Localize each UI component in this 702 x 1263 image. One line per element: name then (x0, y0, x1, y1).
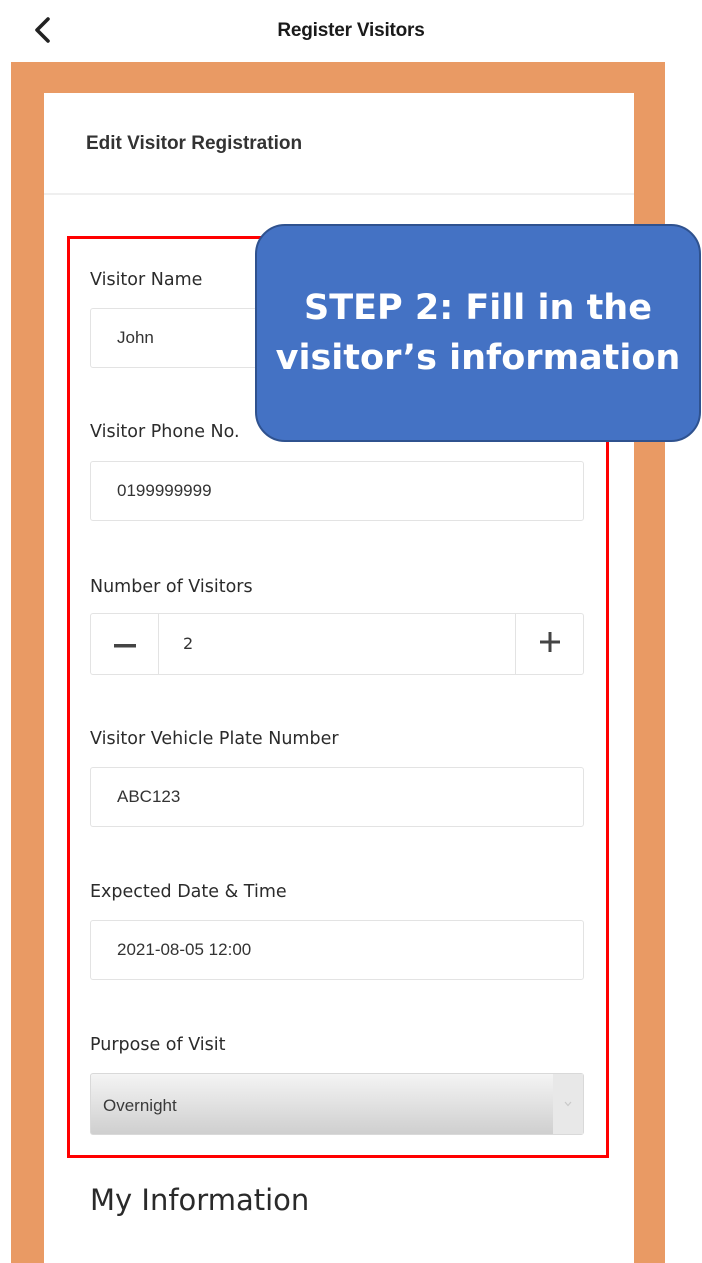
card-title: Edit Visitor Registration (86, 133, 303, 154)
vehicle-plate-input[interactable]: ABC123 (90, 767, 584, 827)
vehicle-plate-value: ABC123 (117, 787, 181, 806)
visitor-phone-input[interactable]: 0199999999 (90, 461, 584, 521)
increment-button[interactable] (515, 614, 583, 674)
visitor-phone-label: Visitor Phone No. (90, 422, 240, 442)
card-header: Edit Visitor Registration (44, 93, 634, 195)
expected-datetime-label: Expected Date & Time (90, 882, 287, 902)
top-bar: Register Visitors (0, 0, 702, 62)
step-callout: STEP 2: Fill in the visitor’s informatio… (255, 224, 701, 442)
visitor-phone-value: 0199999999 (117, 481, 212, 500)
purpose-select[interactable]: Overnight (90, 1073, 584, 1135)
expected-datetime-value: 2021-08-05 12:00 (117, 940, 252, 959)
minus-icon (113, 635, 136, 653)
my-information-title: My Information (90, 1183, 310, 1217)
number-of-visitors-label: Number of Visitors (90, 577, 253, 597)
number-of-visitors-value[interactable]: 2 (183, 634, 193, 653)
number-of-visitors-stepper: 2 (90, 613, 584, 675)
visitor-name-value: John (117, 328, 154, 347)
plus-icon (539, 631, 560, 657)
vehicle-plate-label: Visitor Vehicle Plate Number (90, 729, 339, 749)
callout-text: STEP 2: Fill in the visitor’s informatio… (275, 288, 681, 378)
purpose-value: Overnight (103, 1096, 177, 1115)
expected-datetime-input[interactable]: 2021-08-05 12:00 (90, 920, 584, 980)
chevron-down-icon (553, 1074, 583, 1134)
purpose-label: Purpose of Visit (90, 1035, 226, 1055)
visitor-name-label: Visitor Name (90, 270, 203, 290)
page-title: Register Visitors (277, 20, 425, 41)
decrement-button[interactable] (91, 614, 159, 674)
